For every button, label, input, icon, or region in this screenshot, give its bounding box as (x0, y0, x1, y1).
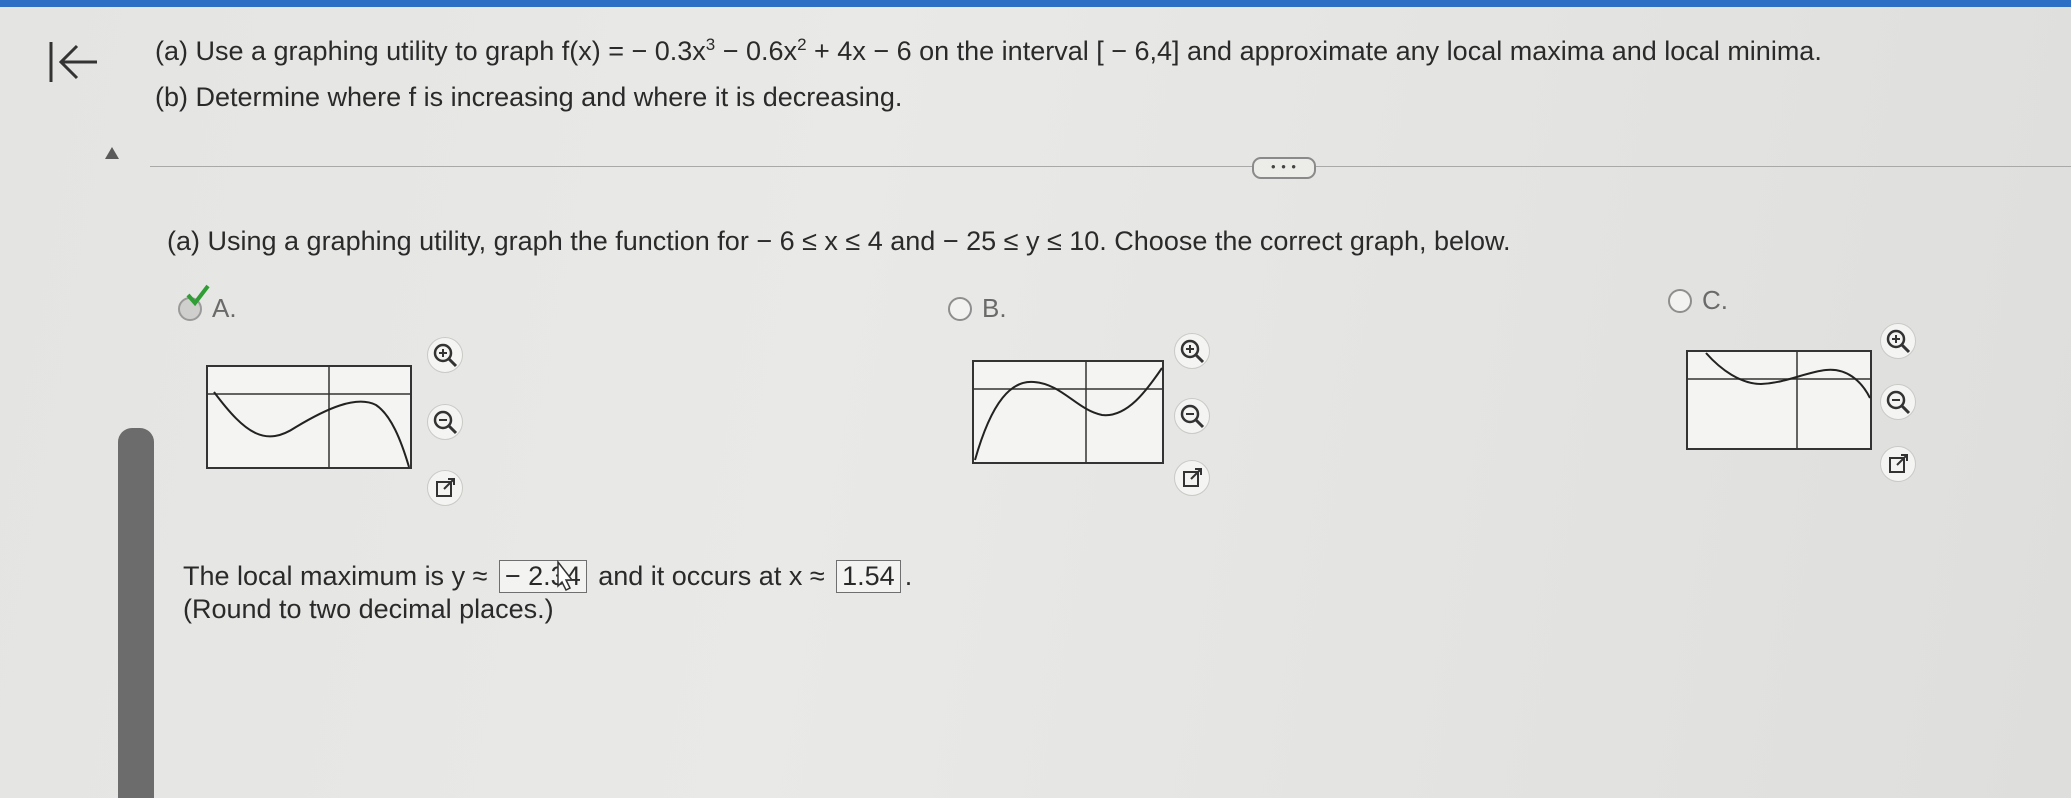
answer-middle: and it occurs at x ≈ (590, 561, 833, 591)
open-new-window-icon[interactable] (1174, 460, 1210, 496)
option-a-label: A. (212, 293, 237, 323)
scrollbar-thumb[interactable] (118, 428, 154, 798)
mouse-cursor-icon (557, 560, 574, 592)
zoom-in-icon[interactable] (1174, 333, 1210, 369)
problem-part-b: (b) Determine where f is increasing and … (155, 82, 903, 112)
graph-c[interactable] (1686, 350, 1872, 450)
zoom-in-icon[interactable] (1880, 323, 1916, 359)
local-max-x-input[interactable]: 1.54 (836, 560, 901, 593)
graph-a[interactable] (206, 365, 412, 469)
zoom-out-icon[interactable] (1174, 398, 1210, 434)
option-c[interactable]: C. (1668, 285, 1728, 316)
problem-part-a: (a) Use a graphing utility to graph f(x)… (155, 35, 1822, 66)
top-accent-bar (0, 0, 2071, 7)
option-c-radio[interactable] (1668, 288, 1692, 313)
rounding-note: (Round to two decimal places.) (183, 594, 554, 624)
checkmark-icon (186, 284, 210, 306)
option-b[interactable]: B. (948, 293, 1007, 324)
question-text: (a) Using a graphing utility, graph the … (167, 226, 1511, 256)
zoom-out-icon[interactable] (1880, 384, 1916, 420)
back-to-start-icon[interactable] (45, 38, 101, 86)
open-new-window-icon[interactable] (427, 470, 463, 506)
option-b-label: B. (982, 293, 1007, 323)
answer-suffix: . (904, 561, 913, 591)
open-new-window-icon[interactable] (1880, 446, 1916, 482)
graph-b[interactable] (972, 360, 1164, 464)
option-c-label: C. (1702, 285, 1728, 315)
zoom-out-icon[interactable] (427, 404, 463, 440)
section-divider (150, 166, 2071, 167)
collapse-triangle-icon[interactable] (104, 146, 120, 160)
answer-line: The local maximum is y ≈ − 2.34 and it o… (183, 560, 912, 593)
zoom-in-icon[interactable] (427, 337, 463, 373)
answer-prefix: The local maximum is y ≈ (183, 561, 495, 591)
option-b-radio[interactable] (948, 296, 972, 321)
more-button[interactable]: • • • (1252, 157, 1316, 179)
